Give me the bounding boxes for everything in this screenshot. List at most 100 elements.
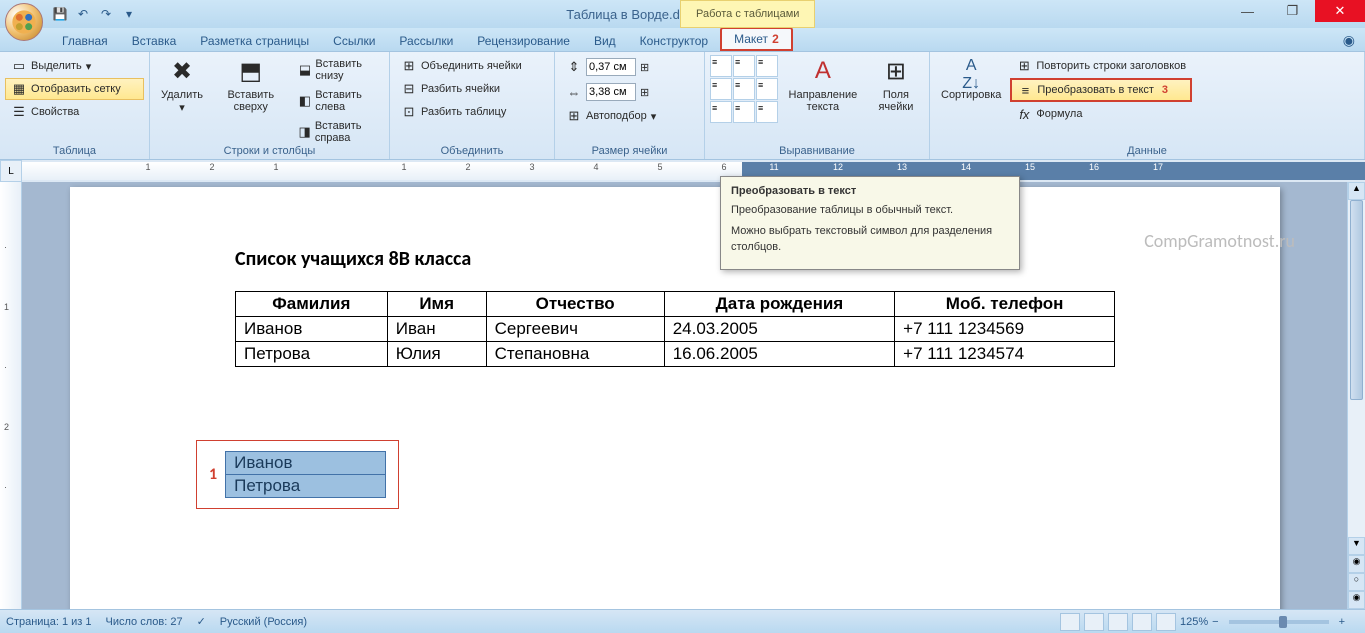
properties-button[interactable]: ☰Свойства [5, 101, 144, 123]
zoom-in-icon[interactable]: + [1339, 616, 1345, 628]
proofing-icon: ✓ [197, 615, 206, 628]
office-button[interactable] [5, 3, 43, 41]
scroll-down-icon[interactable]: ▼ [1348, 537, 1365, 555]
view-full-screen[interactable] [1084, 613, 1104, 631]
convert-to-text-button[interactable]: ≡Преобразовать в текст3 [1010, 78, 1192, 102]
view-draft[interactable] [1156, 613, 1176, 631]
align-mr[interactable]: ≡ [756, 78, 778, 100]
select-button[interactable]: ▭Выделить ▾ [5, 55, 144, 77]
repeat-icon: ⊞ [1016, 58, 1032, 74]
table-row[interactable]: ИвановИванСергеевич24.03.2005+7 111 1234… [236, 317, 1115, 342]
next-page-icon[interactable]: ◉ [1348, 591, 1365, 609]
align-tr[interactable]: ≡ [756, 55, 778, 77]
group-label-merge: Объединить [390, 145, 554, 157]
align-tl[interactable]: ≡ [710, 55, 732, 77]
insert-below-button[interactable]: ⬓Вставить снизу [293, 55, 384, 85]
align-ml[interactable]: ≡ [710, 78, 732, 100]
formula-button[interactable]: fxФормула [1010, 103, 1192, 125]
save-icon[interactable]: 💾 [50, 4, 70, 24]
align-br[interactable]: ≡ [756, 101, 778, 123]
insert-below-icon: ⬓ [299, 62, 312, 78]
status-proofing[interactable]: ✓ [197, 615, 206, 628]
selected-cells[interactable]: ИвановПетрова [225, 451, 386, 498]
table-header[interactable]: Моб. телефон [895, 292, 1115, 317]
status-language[interactable]: Русский (Россия) [220, 616, 307, 628]
table-header[interactable]: Отчество [486, 292, 664, 317]
margins-icon: ⊞ [880, 57, 912, 89]
selected-cell[interactable]: Петрова [226, 475, 386, 498]
tab-design[interactable]: Конструктор [628, 31, 720, 51]
tooltip-line1: Преобразование таблицы в обычный текст. [731, 203, 1009, 218]
insert-right-button[interactable]: ◨Вставить справа [293, 117, 384, 147]
tab-page-layout[interactable]: Разметка страницы [188, 31, 321, 51]
undo-icon[interactable]: ↶ [73, 4, 93, 24]
selected-cell[interactable]: Иванов [226, 452, 386, 475]
split-icon: ⊟ [401, 81, 417, 97]
zoom-out-icon[interactable]: − [1212, 616, 1218, 628]
scroll-thumb[interactable] [1350, 200, 1363, 400]
students-table[interactable]: ФамилияИмяОтчествоДата рожденияМоб. теле… [235, 291, 1115, 367]
convert-icon: ≡ [1017, 82, 1033, 98]
tab-review[interactable]: Рецензирование [465, 31, 582, 51]
merge-icon: ⊞ [401, 58, 417, 74]
table-header[interactable]: Дата рождения [664, 292, 894, 317]
insert-above-button[interactable]: ⬒Вставить сверху [212, 55, 290, 156]
sort-button[interactable]: AZ↓Сортировка [935, 55, 1007, 156]
repeat-header-button[interactable]: ⊞Повторить строки заголовков [1010, 55, 1192, 77]
status-page[interactable]: Страница: 1 из 1 [6, 616, 92, 628]
quick-access-toolbar: 💾 ↶ ↷ ▾ [50, 4, 139, 24]
gridlines-button[interactable]: ▦Отобразить сетку [5, 78, 144, 100]
view-print-layout[interactable] [1060, 613, 1080, 631]
vertical-ruler[interactable]: · 1 · 2 · [0, 182, 22, 609]
ruler: L 12112345678 11121314151617 [0, 160, 1365, 182]
document-page[interactable]: Список учащихся 8В класса ФамилияИмяОтче… [70, 187, 1280, 609]
zoom-level[interactable]: 125% [1180, 616, 1208, 628]
view-web[interactable] [1108, 613, 1128, 631]
group-label-data: Данные [930, 145, 1364, 157]
browse-icon[interactable]: ○ [1348, 573, 1365, 591]
status-words[interactable]: Число слов: 27 [106, 616, 183, 628]
tab-references[interactable]: Ссылки [321, 31, 387, 51]
tab-layout[interactable]: Макет2 [720, 27, 793, 51]
col-width-input[interactable]: ⇔ ⊞ [560, 80, 699, 104]
autofit-button[interactable]: ⊞Автоподбор ▾ [560, 105, 699, 127]
close-button[interactable]: ✕ [1315, 0, 1365, 22]
align-bl[interactable]: ≡ [710, 101, 732, 123]
row-height-input[interactable]: ⇕ ⊞ [560, 55, 699, 79]
minimize-button[interactable]: — [1225, 0, 1270, 22]
tab-view[interactable]: Вид [582, 31, 628, 51]
table-header[interactable]: Имя [387, 292, 486, 317]
qat-more-icon[interactable]: ▾ [119, 4, 139, 24]
scroll-up-icon[interactable]: ▲ [1348, 182, 1365, 200]
insert-right-icon: ◨ [299, 124, 311, 140]
align-bc[interactable]: ≡ [733, 101, 755, 123]
split-cells-button[interactable]: ⊟Разбить ячейки [395, 78, 549, 100]
insert-left-icon: ◧ [299, 93, 312, 109]
ruler-corner[interactable]: L [0, 160, 22, 182]
table-header[interactable]: Фамилия [236, 292, 388, 317]
delete-button[interactable]: ✖Удалить▾ [155, 55, 209, 156]
maximize-button[interactable]: ❐ [1270, 0, 1315, 22]
redo-icon[interactable]: ↷ [96, 4, 116, 24]
tab-insert[interactable]: Вставка [120, 31, 189, 51]
tab-mailings[interactable]: Рассылки [387, 31, 465, 51]
merge-cells-button[interactable]: ⊞Объединить ячейки [395, 55, 549, 77]
tab-home[interactable]: Главная [50, 31, 120, 51]
help-icon[interactable]: ◉ [1343, 32, 1355, 49]
prev-page-icon[interactable]: ◉ [1348, 555, 1365, 573]
status-bar: Страница: 1 из 1 Число слов: 27 ✓ Русски… [0, 609, 1365, 633]
title-bar: 💾 ↶ ↷ ▾ Таблица в Ворде.docx - Microsoft… [0, 0, 1365, 28]
split-table-button[interactable]: ⊡Разбить таблицу [395, 101, 549, 123]
view-outline[interactable] [1132, 613, 1152, 631]
table-row[interactable]: ПетроваЮлияСтепановна16.06.2005+7 111 12… [236, 342, 1115, 367]
align-mc[interactable]: ≡ [733, 78, 755, 100]
horizontal-ruler[interactable]: 12112345678 11121314151617 [22, 162, 1365, 180]
cell-margins-button[interactable]: ⊞Поля ячейки [868, 55, 924, 156]
zoom-slider[interactable] [1229, 620, 1329, 624]
insert-left-button[interactable]: ◧Вставить слева [293, 86, 384, 116]
vertical-scrollbar[interactable]: ▲ ▼ ◉ ○ ◉ [1347, 182, 1365, 609]
align-tc[interactable]: ≡ [733, 55, 755, 77]
group-label-rowscols: Строки и столбцы [150, 145, 389, 157]
text-direction-button[interactable]: AНаправление текста [781, 55, 865, 156]
grid-icon: ▦ [11, 81, 27, 97]
